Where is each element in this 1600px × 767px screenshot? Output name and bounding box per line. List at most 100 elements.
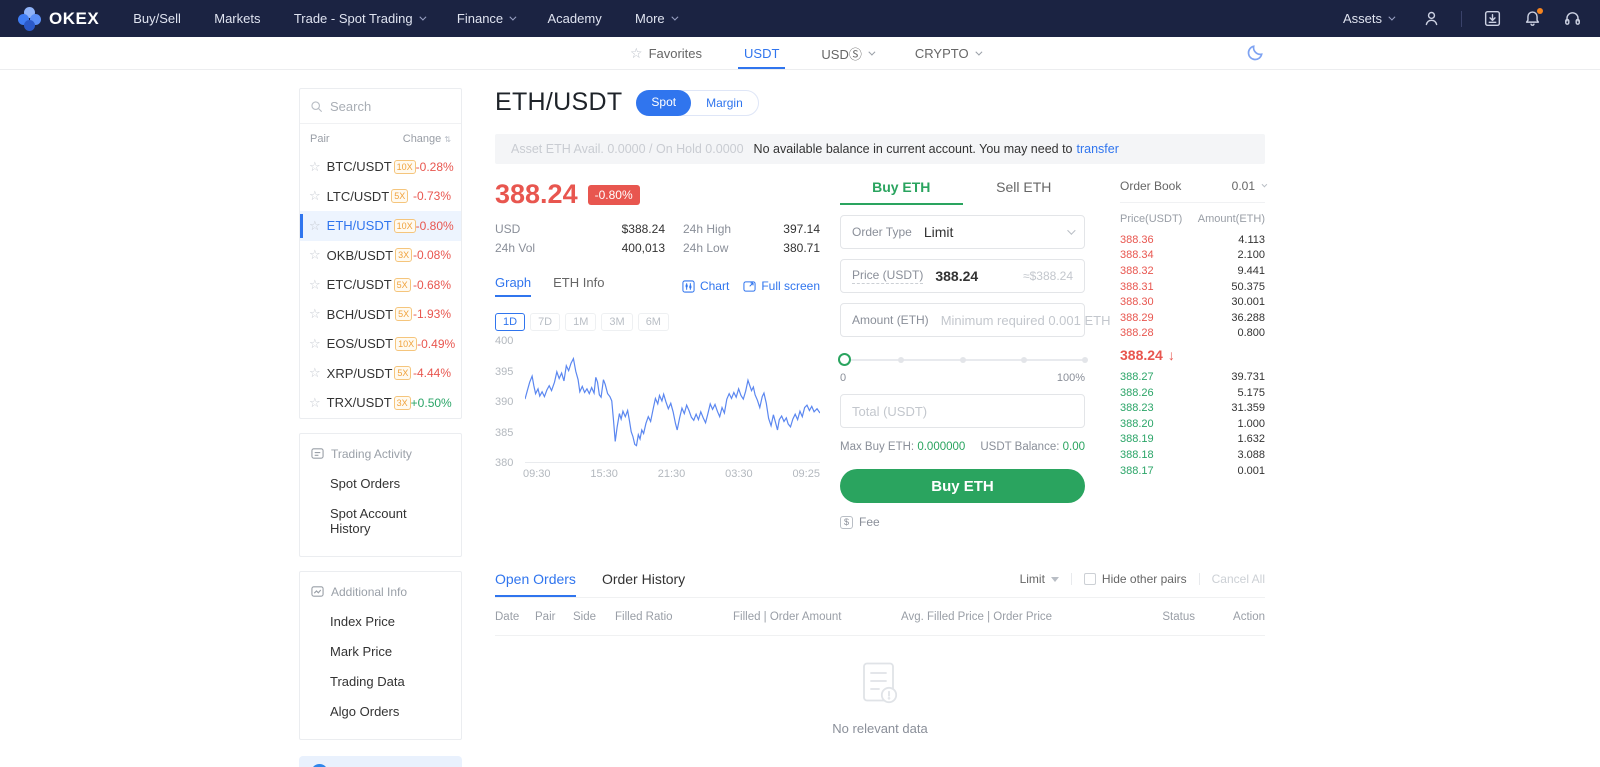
market-tab[interactable]: USDⓈ [821,37,872,69]
pair-list-item[interactable]: ☆ EOS/USDT 10X -0.49% [300,329,461,359]
precision-dropdown[interactable]: 0.01 [1232,179,1265,193]
sidebar-link[interactable]: Spot Account History [300,493,461,538]
spot-toggle-button[interactable]: Spot [636,90,691,116]
tab-eth-info[interactable]: ETH Info [553,275,604,297]
leverage-badge: 10X [394,160,416,174]
chart-y-axis: 400 395 390 385 380 [495,335,525,469]
margin-toggle-button[interactable]: Margin [691,96,758,110]
sidebar-link[interactable]: Spot Orders [300,463,461,493]
price-field[interactable]: Price (USDT) 388.24 ≈$388.24 [840,259,1085,293]
pair-list-item[interactable]: ☆ ETC/USDT 5X -0.68% [300,270,461,300]
support-headset-icon[interactable] [1562,9,1582,29]
pair-list-item[interactable]: ☆ OKB/USDT 3X -0.08% [300,241,461,271]
download-app-icon[interactable] [1482,9,1502,29]
fee-row[interactable]: $ Fee [840,515,1085,529]
transfer-link[interactable]: transfer [1077,142,1119,156]
change-sort-control[interactable]: Change⇅ [403,133,451,145]
hide-other-pairs-checkbox[interactable]: Hide other pairs [1084,572,1187,586]
search-box[interactable] [300,89,461,124]
time-range-button[interactable]: 6M [638,313,669,331]
order-book-bid-row[interactable]: 388.20 1.000 [1120,416,1265,432]
order-book-ask-row[interactable]: 388.31 50.375 [1120,279,1265,295]
open-chart-link[interactable]: Chart [682,279,729,293]
tab-buy-eth[interactable]: Buy ETH [840,179,963,205]
tab-sell-eth[interactable]: Sell ETH [963,179,1086,205]
market-tab[interactable]: CRYPTO [915,37,980,69]
favorite-star-icon[interactable]: ☆ [309,277,321,293]
buy-eth-button[interactable]: Buy ETH [840,469,1085,503]
sidebar-link[interactable]: Algo Orders [300,691,461,721]
chart-plot-area [525,341,820,463]
fullscreen-link[interactable]: Full screen [743,279,820,293]
sidebar-link[interactable]: Trading Data [300,661,461,691]
pair-list-item[interactable]: ☆ TRX/USDT 3X +0.50% [300,388,461,418]
time-range-button[interactable]: 1M [565,313,596,331]
order-book-last-price[interactable]: 388.24 ↓ [1120,347,1265,363]
favorite-star-icon[interactable]: ☆ [309,247,321,263]
pair-list-item[interactable]: ☆ ETH/USDT 10X -0.80% [300,211,461,241]
slider-handle[interactable] [838,353,851,366]
night-mode-icon[interactable] [1245,43,1265,63]
order-book-ask-row[interactable]: 388.28 0.800 [1120,326,1265,342]
order-book-bid-row[interactable]: 388.26 5.175 [1120,385,1265,401]
amount-field[interactable]: Amount (ETH) [840,303,1085,337]
order-book-ask-row[interactable]: 388.29 36.288 [1120,310,1265,326]
pair-list-item[interactable]: ☆ BTC/USDT 10X -0.28% [300,152,461,182]
sidebar-link[interactable]: Index Price [300,601,461,631]
order-book-ask-row[interactable]: 388.32 9.441 [1120,263,1265,279]
favorite-star-icon[interactable]: ☆ [309,188,321,204]
tab-open-orders[interactable]: Open Orders [495,571,576,597]
change-percent: +0.50% [411,396,452,410]
user-account-icon[interactable] [1421,9,1441,29]
join-telegram-banner[interactable]: Join Telegram Group [299,756,462,767]
empty-state-text: No relevant data [495,721,1265,736]
time-range-button[interactable]: 3M [601,313,632,331]
list-icon [311,447,324,460]
topnav-item[interactable]: Academy [548,11,602,26]
topnav-item[interactable]: Buy/Sell [133,11,181,26]
okex-logo[interactable]: OKEX [18,7,99,31]
topnav-item[interactable]: Finance [457,11,514,26]
order-book-bid-row[interactable]: 388.17 0.001 [1120,463,1265,479]
orders-table-header: Date Pair Side Filled Ratio Filled | Ord… [495,598,1265,636]
favorite-star-icon[interactable]: ☆ [309,218,321,234]
topnav-item[interactable]: More [635,11,676,26]
topnav-item[interactable]: Trade - Spot Trading [294,11,424,26]
time-range-button[interactable]: 1D [495,313,525,331]
cancel-all-button[interactable]: Cancel All [1212,572,1265,586]
favorite-star-icon[interactable]: ☆ [309,159,321,175]
favorite-star-icon[interactable]: ☆ [309,395,321,411]
tab-order-history[interactable]: Order History [602,571,685,597]
favorites-tab[interactable]: ☆Favorites [630,37,702,69]
search-input[interactable] [330,99,440,114]
price-input-value[interactable]: 388.24 [935,268,978,284]
order-book-bid-row[interactable]: 388.19 1.632 [1120,432,1265,448]
x-tick-label: 21:30 [658,468,686,480]
order-book-bid-row[interactable]: 388.23 31.359 [1120,400,1265,416]
order-book-ask-row[interactable]: 388.34 2.100 [1120,248,1265,264]
amount-input[interactable] [941,313,1117,328]
pair-list-item[interactable]: ☆ XRP/USDT 5X -4.44% [300,359,461,389]
favorite-star-icon[interactable]: ☆ [309,336,321,352]
total-input[interactable] [852,404,1073,419]
time-range-button[interactable]: 7D [530,313,560,331]
favorite-star-icon[interactable]: ☆ [309,306,321,322]
pair-list-item[interactable]: ☆ LTC/USDT 5X -0.73% [300,182,461,212]
topnav-item[interactable]: Markets [214,11,260,26]
order-book-ask-row[interactable]: 388.36 4.113 [1120,232,1265,248]
tab-graph[interactable]: Graph [495,275,531,297]
order-book-ask-row[interactable]: 388.30 30.001 [1120,294,1265,310]
assets-menu[interactable]: Assets [1343,11,1393,26]
pair-list-item[interactable]: ☆ BCH/USDT 5X -1.93% [300,300,461,330]
notifications-bell-icon[interactable] [1522,9,1542,29]
order-book-bid-row[interactable]: 388.27 39.731 [1120,369,1265,385]
total-field[interactable] [840,394,1085,428]
order-book-bid-row[interactable]: 388.18 3.088 [1120,447,1265,463]
market-tab[interactable]: USDT [744,37,779,69]
sidebar-link[interactable]: Mark Price [300,631,461,661]
order-type-select[interactable]: Order Type Limit [840,215,1085,249]
favorite-star-icon[interactable]: ☆ [309,365,321,381]
no-balance-message: No available balance in current account.… [754,142,1073,156]
amount-percent-slider[interactable] [840,353,1085,367]
order-filter-dropdown[interactable]: Limit [1020,572,1059,586]
